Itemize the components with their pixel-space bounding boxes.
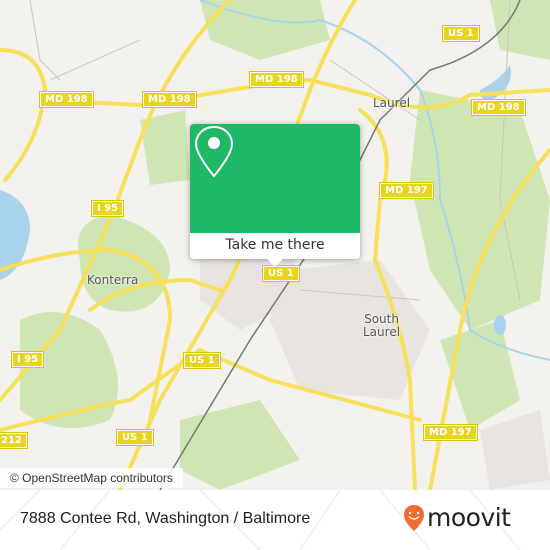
road-md198 <box>0 48 48 182</box>
road-shield-us1: US 1 <box>116 429 154 446</box>
road-shield-212: 212 <box>0 432 28 449</box>
park-area <box>490 0 550 60</box>
road-shield-md198: MD 198 <box>39 91 94 108</box>
moovit-wordmark: moovit <box>427 503 511 532</box>
residential-area <box>270 260 430 400</box>
road-shield-us1: US 1 <box>183 352 221 369</box>
moovit-pin-logo-icon <box>404 504 424 531</box>
take-me-there-button[interactable]: Take me there <box>190 233 360 259</box>
location-pin-icon <box>194 125 234 178</box>
road-shield-md197: MD 197 <box>423 424 478 441</box>
road-shield-md198: MD 198 <box>471 99 526 116</box>
popup-header <box>190 124 360 233</box>
road-shield-md198: MD 198 <box>142 91 197 108</box>
map-attribution[interactable]: © OpenStreetMap contributors <box>0 468 183 488</box>
park-area <box>20 312 118 428</box>
address-text: 7888 Contee Rd, Washington / Baltimore <box>20 510 311 527</box>
place-label-laurel: Laurel <box>373 96 411 110</box>
popup-pointer <box>265 257 285 267</box>
minor-road <box>29 0 61 81</box>
road-shield-md197: MD 197 <box>379 182 434 199</box>
road-shield-i95: I 95 <box>10 351 45 368</box>
pond <box>494 315 506 335</box>
map-canvas[interactable]: MD 198 MD 198 MD 198 MD 198 US 1 I 95 I … <box>0 0 550 490</box>
road-shield-us1: US 1 <box>262 265 300 282</box>
place-label-south-laurel: South Laurel <box>363 312 401 339</box>
road-shield-md198: MD 198 <box>249 71 304 88</box>
park-area <box>180 400 300 490</box>
minor-road <box>49 39 141 81</box>
moovit-logo[interactable]: moovit <box>403 503 511 532</box>
footer-bar: 7888 Contee Rd, Washington / Baltimore m… <box>0 490 550 550</box>
place-label-konterra: Konterra <box>87 273 139 287</box>
road-shield-i95: I 95 <box>90 200 125 217</box>
road-shield-us1: US 1 <box>442 25 480 42</box>
destination-popup: Take me there <box>190 124 360 267</box>
residential-area <box>480 410 550 490</box>
